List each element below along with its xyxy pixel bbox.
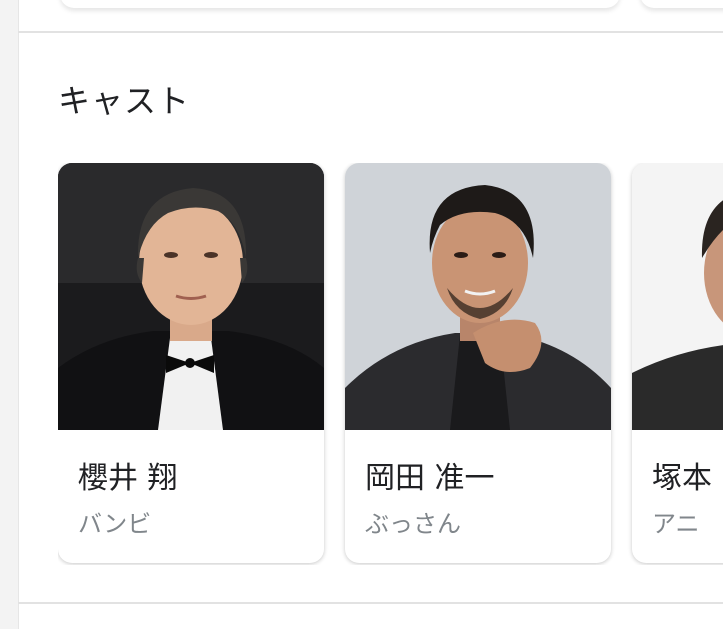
cast-photo — [58, 163, 324, 430]
page: キャスト 櫻井 翔 バンビ 岡田 准一 ぶっさん 塚本 アニ — [0, 0, 723, 629]
cast-name: 塚本 — [652, 461, 712, 496]
previous-section-card — [60, 0, 620, 8]
cast-role: ぶっさん — [365, 510, 461, 538]
cast-name: 岡田 准一 — [365, 461, 495, 496]
cast-name: 櫻井 翔 — [78, 461, 178, 496]
section-title: キャスト — [58, 82, 191, 120]
cast-photo — [632, 163, 723, 430]
divider — [18, 602, 723, 604]
cast-card[interactable]: 櫻井 翔 バンビ — [58, 163, 324, 563]
cast-card[interactable]: 塚本 アニ — [632, 163, 723, 563]
cast-role: バンビ — [78, 510, 152, 538]
cast-photo — [345, 163, 611, 430]
cast-role: アニ — [652, 510, 700, 538]
cast-carousel[interactable]: 櫻井 翔 バンビ 岡田 准一 ぶっさん 塚本 アニ — [58, 163, 723, 565]
previous-section-card — [640, 0, 723, 8]
cast-card[interactable]: 岡田 准一 ぶっさん — [345, 163, 611, 563]
divider — [18, 31, 723, 33]
